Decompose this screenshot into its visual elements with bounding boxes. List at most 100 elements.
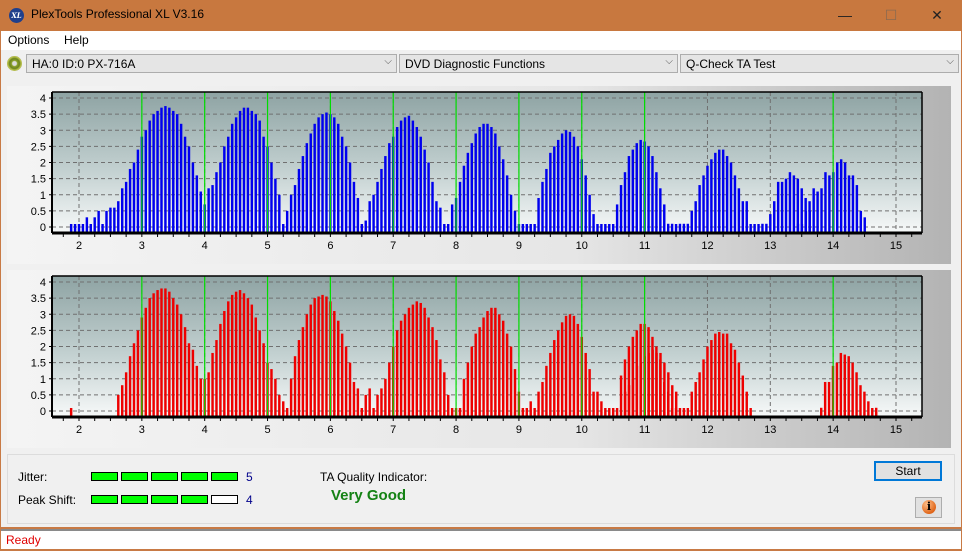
histogram-bar xyxy=(321,114,324,234)
drive-select[interactable]: HA:0 ID:0 PX-716A ⌵ xyxy=(26,54,397,73)
histogram-bar xyxy=(238,290,242,417)
top-chart-frame: 0 0.5 1 1.5 2 2.5 3 3.5 4 2 3 4 5 6 7 8 9 10 11 12 13 14 15 xyxy=(7,86,951,264)
main-panel: 0 0.5 1 1.5 2 2.5 3 3.5 4 2 3 4 5 6 7 8 9 10 11 12 13 14 15 00… xyxy=(1,79,961,527)
histogram-bar xyxy=(663,362,666,418)
x-tick-label: 9 xyxy=(516,424,522,436)
histogram-bar xyxy=(364,220,367,233)
maximize-button[interactable]: ☐ xyxy=(868,0,914,31)
histogram-bar xyxy=(458,181,462,233)
histogram-bar xyxy=(211,352,214,417)
histogram-bar xyxy=(344,346,348,417)
histogram-bar xyxy=(745,391,748,417)
histogram-bar xyxy=(419,302,422,417)
histogram-bar xyxy=(584,352,587,417)
histogram-bar xyxy=(647,352,650,417)
histogram-bar xyxy=(219,323,222,417)
peak-shift-value: 4 xyxy=(246,493,253,507)
histogram-bar xyxy=(183,327,187,417)
histogram-bar xyxy=(278,394,281,418)
histogram-bar xyxy=(415,301,419,417)
histogram-bar xyxy=(348,162,352,233)
histogram-bar xyxy=(482,317,485,417)
x-tick-label: 11 xyxy=(639,424,650,436)
histogram-bar xyxy=(568,314,572,417)
histogram-bar xyxy=(207,188,210,233)
histogram-bar xyxy=(124,372,128,417)
histogram-bar xyxy=(282,401,285,417)
histogram-bar xyxy=(596,391,599,417)
x-tick-label: 2 xyxy=(76,240,82,252)
histogram-bar xyxy=(721,333,725,417)
histogram-bar xyxy=(702,175,705,233)
histogram-bar xyxy=(714,152,717,233)
histogram-bar xyxy=(368,201,371,233)
y-tick-label: 4 xyxy=(40,277,46,289)
histogram-bar xyxy=(262,343,265,417)
histogram-bar xyxy=(305,143,309,233)
y-tick-label: 1.5 xyxy=(31,358,46,370)
close-button[interactable]: ✕ xyxy=(914,0,960,31)
x-tick-label: 4 xyxy=(202,424,208,436)
histogram-bar xyxy=(450,204,454,233)
y-tick-label: 1 xyxy=(40,374,46,386)
jitter-label: Jitter: xyxy=(18,470,48,484)
histogram-bar xyxy=(179,314,183,417)
histogram-bar xyxy=(667,372,670,417)
function-select[interactable]: DVD Diagnostic Functions ⌵ xyxy=(399,54,678,73)
histogram-bar xyxy=(124,181,128,233)
start-button[interactable]: Start xyxy=(874,461,942,481)
histogram-bar xyxy=(541,181,544,233)
histogram-bar xyxy=(423,307,426,417)
histogram-bar xyxy=(556,139,560,233)
histogram-bar xyxy=(258,120,261,233)
histogram-bar xyxy=(513,369,517,417)
histogram-bar xyxy=(254,317,257,417)
histogram-bar xyxy=(631,378,635,417)
histogram-bar xyxy=(419,136,422,233)
histogram-bar xyxy=(655,352,658,417)
histogram-bar xyxy=(663,204,666,233)
histogram-bar xyxy=(729,162,733,233)
histogram-bar xyxy=(635,143,638,233)
y-tick-label: 0.5 xyxy=(31,206,46,218)
x-tick-label: 2 xyxy=(76,424,82,436)
histogram-bar xyxy=(859,210,863,234)
histogram-bar xyxy=(191,349,195,417)
y-tick-label: 2 xyxy=(40,158,46,170)
histogram-bar xyxy=(659,352,662,417)
minimize-button[interactable]: — xyxy=(822,0,868,31)
app-logo-icon: XL xyxy=(9,8,24,23)
histogram-bar xyxy=(784,178,788,234)
menu-options[interactable]: Options xyxy=(8,33,49,47)
histogram-bar xyxy=(839,159,843,233)
histogram-bar xyxy=(792,175,796,233)
histogram-bar xyxy=(729,343,733,417)
histogram-bar xyxy=(415,127,419,233)
histogram-bar xyxy=(175,114,179,234)
info-button[interactable]: i xyxy=(915,497,942,518)
y-tick-label: 1 xyxy=(40,190,46,202)
histogram-bar xyxy=(564,130,568,233)
histogram-bar xyxy=(855,372,858,417)
histogram-bar xyxy=(172,110,175,233)
meter-segment xyxy=(121,472,148,481)
histogram-bar xyxy=(537,197,540,233)
histogram-bar xyxy=(851,175,855,233)
histogram-bar xyxy=(117,394,120,418)
y-tick-label: 2.5 xyxy=(31,325,46,337)
histogram-bar xyxy=(321,294,324,417)
x-tick-label: 10 xyxy=(576,240,588,252)
histogram-bar xyxy=(820,188,823,233)
histogram-bar xyxy=(356,197,360,233)
histogram-bar xyxy=(132,343,136,417)
top-histogram-chart: 0 0.5 1 1.5 2 2.5 3 3.5 4 2 3 4 5 6 7 8 9 10 11 12 13 14 15 xyxy=(31,91,923,252)
test-select[interactable]: Q-Check TA Test ⌵ xyxy=(680,54,959,73)
histogram-bar xyxy=(545,168,548,233)
menu-bar: Options Help xyxy=(1,31,961,50)
histogram-bar xyxy=(254,114,257,234)
menu-help[interactable]: Help xyxy=(64,33,89,47)
histogram-bar xyxy=(863,217,866,233)
histogram-bar xyxy=(490,127,493,233)
histogram-bar xyxy=(195,365,199,417)
window-title: PlexTools Professional XL V3.16 xyxy=(31,7,204,21)
